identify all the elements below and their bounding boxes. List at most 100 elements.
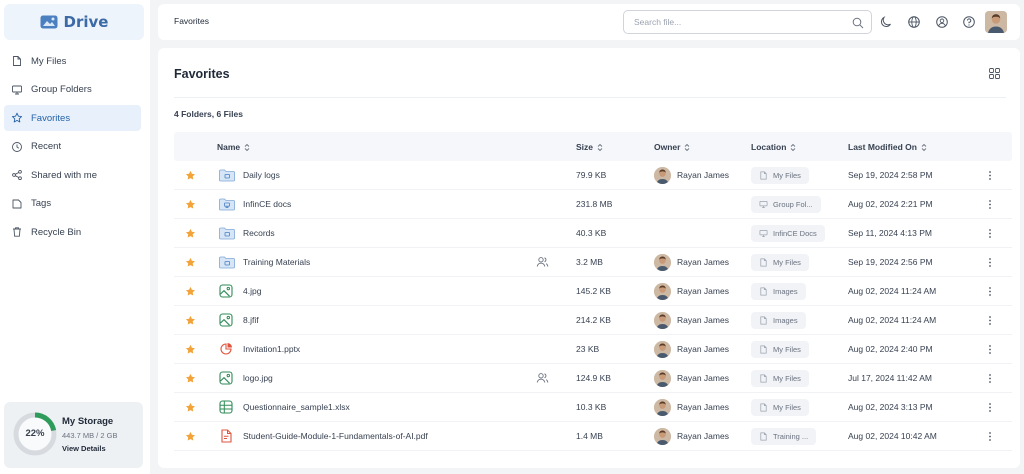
location-chip[interactable]: My Files bbox=[751, 253, 809, 271]
file-icon bbox=[759, 258, 768, 267]
table-row[interactable]: InfinCE docs 231.8 MB Group Fol... Aug 02, … bbox=[174, 190, 1012, 219]
favorite-star-icon[interactable] bbox=[185, 422, 196, 450]
file-name[interactable]: Training Materials bbox=[243, 248, 310, 276]
location-chip[interactable]: My Files bbox=[751, 166, 809, 184]
table-row[interactable]: Questionnaire_sample1.xlsx 10.3 KB Rayan J… bbox=[174, 393, 1012, 422]
location-label: My Files bbox=[773, 402, 801, 412]
table-row[interactable]: 4.jpg 145.2 KB Rayan James Images Aug 02, 20… bbox=[174, 277, 1012, 306]
location-chip[interactable]: InfinCE Docs bbox=[751, 224, 825, 242]
tag-icon bbox=[12, 199, 22, 208]
kebab-menu-icon[interactable] bbox=[988, 335, 992, 363]
owner-avatar bbox=[654, 369, 671, 387]
favorite-star-icon[interactable] bbox=[185, 335, 196, 363]
grid-view-icon[interactable] bbox=[988, 67, 1001, 80]
sidebar-item-my-files[interactable]: My Files bbox=[4, 48, 141, 74]
file-size: 23 KB bbox=[576, 344, 600, 354]
file-size: 145.2 KB bbox=[576, 286, 611, 296]
owner-name: Rayan James bbox=[677, 373, 729, 383]
sidebar-item-favorites[interactable]: Favorites bbox=[4, 105, 141, 131]
sidebar-item-recycle-bin[interactable]: Recycle Bin bbox=[4, 219, 141, 245]
kebab-menu-icon[interactable] bbox=[988, 364, 992, 392]
table-row[interactable]: Records 40.3 KB InfinCE Docs Sep 11, 2024 4… bbox=[174, 219, 1012, 248]
globe-icon[interactable] bbox=[907, 15, 921, 29]
kebab-menu-icon[interactable] bbox=[988, 248, 992, 276]
location: My Files bbox=[751, 248, 809, 276]
owner: Rayan James bbox=[654, 364, 729, 392]
sidebar-item-shared-with-me[interactable]: Shared with me bbox=[4, 162, 141, 188]
table-row[interactable]: logo.jpg 124.9 KB Rayan James My Files Jul 1… bbox=[174, 364, 1012, 393]
kebab-menu-icon[interactable] bbox=[988, 161, 992, 189]
column-header-name[interactable]: Name bbox=[217, 142, 250, 152]
table-row[interactable]: Daily logs 79.9 KB Rayan James My Files Sep … bbox=[174, 161, 1012, 190]
sidebar-item-tags[interactable]: Tags bbox=[4, 191, 141, 217]
view-details-link[interactable]: View Details bbox=[62, 444, 106, 453]
moon-icon[interactable] bbox=[879, 15, 893, 29]
table-row[interactable]: Student-Guide-Module-1-Fundamentals-of-A… bbox=[174, 422, 1012, 451]
kebab-menu-icon[interactable] bbox=[988, 422, 992, 450]
location: My Files bbox=[751, 393, 809, 421]
file-size: 79.9 KB bbox=[576, 170, 607, 180]
file-name[interactable]: Student-Guide-Module-1-Fundamentals-of-A… bbox=[243, 422, 428, 450]
modified-date: Jul 17, 2024 11:42 AM bbox=[848, 373, 932, 383]
file-name[interactable]: logo.jpg bbox=[243, 364, 273, 392]
sidebar-item-label: My Files bbox=[31, 55, 67, 67]
image-file-icon bbox=[219, 364, 233, 392]
favorite-star-icon[interactable] bbox=[185, 190, 196, 218]
sidebar-item-recent[interactable]: Recent bbox=[4, 134, 141, 160]
location-label: My Files bbox=[773, 373, 801, 383]
search-input[interactable] bbox=[634, 12, 844, 32]
location-chip[interactable]: Images bbox=[751, 311, 806, 329]
table-row[interactable]: Invitation1.pptx 23 KB Rayan James My Files… bbox=[174, 335, 1012, 364]
file-name[interactable]: 8.jfif bbox=[243, 306, 259, 334]
sidebar-item-label: Favorites bbox=[31, 112, 71, 124]
file-name[interactable]: Daily logs bbox=[243, 161, 280, 189]
location-chip[interactable]: My Files bbox=[751, 398, 809, 416]
location-label: Images bbox=[773, 315, 798, 325]
favorite-star-icon[interactable] bbox=[185, 161, 196, 189]
owner: Rayan James bbox=[654, 248, 729, 276]
kebab-menu-icon[interactable] bbox=[988, 190, 992, 218]
sort-icon bbox=[597, 143, 603, 151]
column-header-size[interactable]: Size bbox=[576, 142, 603, 152]
breadcrumb[interactable]: Favorites bbox=[174, 16, 209, 26]
location-chip[interactable]: My Files bbox=[751, 340, 809, 358]
profile-icon[interactable] bbox=[935, 15, 949, 29]
user-avatar[interactable] bbox=[985, 11, 1007, 33]
kebab-menu-icon[interactable] bbox=[988, 219, 992, 247]
kebab-menu-icon[interactable] bbox=[988, 277, 992, 305]
app-logo[interactable]: Drive bbox=[4, 4, 144, 40]
file-name[interactable]: InfinCE docs bbox=[243, 190, 291, 218]
owner: Rayan James bbox=[654, 306, 729, 334]
file-name[interactable]: 4.jpg bbox=[243, 277, 261, 305]
kebab-menu-icon[interactable] bbox=[988, 306, 992, 334]
column-label: Owner bbox=[654, 142, 681, 152]
location-chip[interactable]: Group Fol... bbox=[751, 195, 821, 213]
table-row[interactable]: Training Materials 3.2 MB Rayan James My Fi… bbox=[174, 248, 1012, 277]
favorite-star-icon[interactable] bbox=[185, 306, 196, 334]
location: My Files bbox=[751, 335, 809, 363]
location-chip[interactable]: Images bbox=[751, 282, 806, 300]
help-icon[interactable] bbox=[962, 15, 976, 29]
modified-date: Aug 02, 2024 11:24 AM bbox=[848, 286, 937, 296]
sidebar-item-label: Shared with me bbox=[31, 169, 98, 181]
file-name[interactable]: Questionnaire_sample1.xlsx bbox=[243, 393, 350, 421]
file-name[interactable]: Records bbox=[243, 219, 275, 247]
file-icon bbox=[759, 171, 768, 180]
column-header-modified[interactable]: Last Modified On bbox=[848, 142, 927, 152]
sidebar-item-group-folders[interactable]: Group Folders bbox=[4, 77, 141, 103]
favorite-star-icon[interactable] bbox=[185, 393, 196, 421]
favorite-star-icon[interactable] bbox=[185, 364, 196, 392]
favorite-star-icon[interactable] bbox=[185, 248, 196, 276]
kebab-menu-icon[interactable] bbox=[988, 393, 992, 421]
location-chip[interactable]: Training ... bbox=[751, 427, 817, 445]
favorite-star-icon[interactable] bbox=[185, 277, 196, 305]
search-icon[interactable] bbox=[852, 17, 864, 29]
table-row[interactable]: 8.jfif 214.2 KB Rayan James Images Aug 02, 2… bbox=[174, 306, 1012, 335]
column-header-owner[interactable]: Owner bbox=[654, 142, 690, 152]
favorite-star-icon[interactable] bbox=[185, 219, 196, 247]
modified-date: Aug 02, 2024 3:13 PM bbox=[848, 402, 933, 412]
file-icon bbox=[759, 403, 768, 412]
file-name[interactable]: Invitation1.pptx bbox=[243, 335, 300, 363]
column-header-location[interactable]: Location bbox=[751, 142, 796, 152]
location-chip[interactable]: My Files bbox=[751, 369, 809, 387]
